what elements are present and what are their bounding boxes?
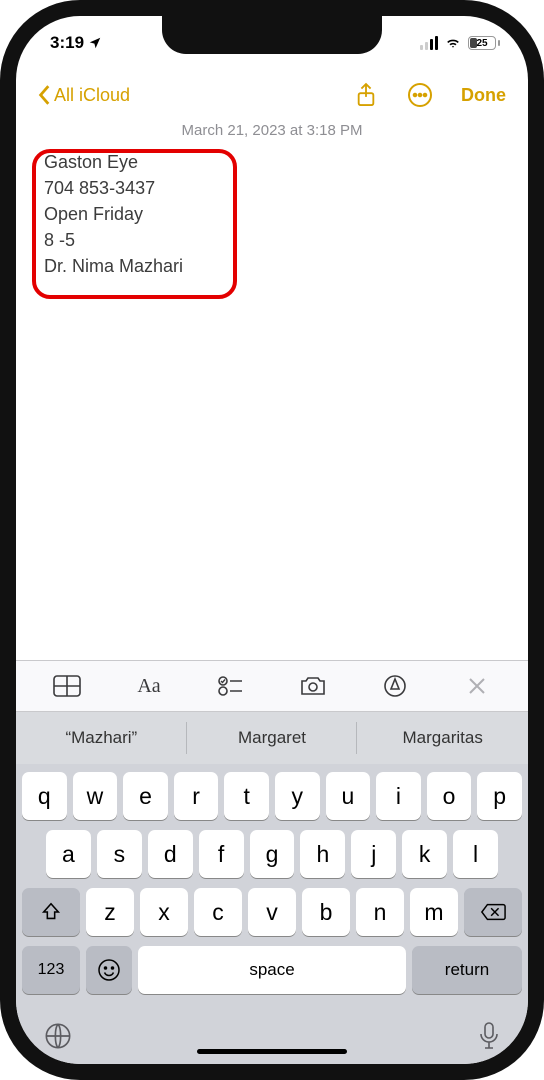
status-time: 3:19 bbox=[50, 33, 84, 53]
done-button[interactable]: Done bbox=[461, 85, 506, 106]
key-numbers[interactable]: 123 bbox=[22, 946, 80, 994]
close-toolbar[interactable] bbox=[454, 668, 500, 704]
back-button[interactable]: All iCloud bbox=[38, 84, 130, 106]
key-w[interactable]: w bbox=[73, 772, 118, 820]
key-h[interactable]: h bbox=[300, 830, 345, 878]
more-button[interactable] bbox=[407, 82, 433, 108]
nav-bar: All iCloud Done bbox=[16, 70, 528, 120]
note-body[interactable]: Gaston Eye 704 853-3437 Open Friday 8 -5… bbox=[16, 145, 528, 660]
key-d[interactable]: d bbox=[148, 830, 193, 878]
suggestion[interactable]: Margaret bbox=[187, 712, 358, 764]
key-s[interactable]: s bbox=[97, 830, 142, 878]
share-icon bbox=[355, 82, 377, 108]
globe-icon bbox=[44, 1022, 72, 1050]
home-indicator[interactable] bbox=[197, 1049, 347, 1054]
suggestion-bar: “Mazhari” Margaret Margaritas bbox=[16, 712, 528, 764]
battery-icon: 25 bbox=[468, 36, 500, 50]
table-icon bbox=[53, 675, 81, 697]
delete-icon bbox=[480, 902, 506, 922]
camera-icon bbox=[299, 675, 327, 697]
markup-icon bbox=[383, 674, 407, 698]
key-y[interactable]: y bbox=[275, 772, 320, 820]
wifi-icon bbox=[444, 36, 462, 50]
key-c[interactable]: c bbox=[194, 888, 242, 936]
keyboard-row-1: q w e r t y u i o p bbox=[22, 772, 522, 820]
camera-tool[interactable] bbox=[290, 668, 336, 704]
shift-icon bbox=[40, 901, 62, 923]
checklist-tool[interactable] bbox=[208, 668, 254, 704]
share-button[interactable] bbox=[353, 82, 379, 108]
emoji-icon bbox=[97, 958, 121, 982]
text-format-icon: Aa bbox=[137, 675, 160, 698]
key-space[interactable]: space bbox=[138, 946, 406, 994]
suggestion[interactable]: Margaritas bbox=[357, 712, 528, 764]
note-line: 8 -5 bbox=[38, 227, 506, 253]
key-x[interactable]: x bbox=[140, 888, 188, 936]
ellipsis-circle-icon bbox=[407, 82, 433, 108]
key-v[interactable]: v bbox=[248, 888, 296, 936]
keyboard: q w e r t y u i o p a s d f g h bbox=[16, 764, 528, 1010]
chevron-left-icon bbox=[38, 84, 52, 106]
suggestion[interactable]: “Mazhari” bbox=[16, 712, 187, 764]
key-delete[interactable] bbox=[464, 888, 522, 936]
key-shift[interactable] bbox=[22, 888, 80, 936]
screen: 3:19 25 All iCloud bbox=[16, 16, 528, 1064]
note-line: 704 853-3437 bbox=[38, 175, 506, 201]
note-line: Open Friday bbox=[38, 201, 506, 227]
key-z[interactable]: z bbox=[86, 888, 134, 936]
key-j[interactable]: j bbox=[351, 830, 396, 878]
key-u[interactable]: u bbox=[326, 772, 371, 820]
key-n[interactable]: n bbox=[356, 888, 404, 936]
key-a[interactable]: a bbox=[46, 830, 91, 878]
key-k[interactable]: k bbox=[402, 830, 447, 878]
keyboard-area: Aa “Mazhari” Margaret Margaritas q w e r… bbox=[16, 660, 528, 1064]
key-i[interactable]: i bbox=[376, 772, 421, 820]
status-right: 25 bbox=[420, 36, 500, 50]
back-label: All iCloud bbox=[54, 85, 130, 106]
key-g[interactable]: g bbox=[250, 830, 295, 878]
key-r[interactable]: r bbox=[174, 772, 219, 820]
key-l[interactable]: l bbox=[453, 830, 498, 878]
key-return[interactable]: return bbox=[412, 946, 522, 994]
key-b[interactable]: b bbox=[302, 888, 350, 936]
notch bbox=[162, 16, 382, 54]
key-p[interactable]: p bbox=[477, 772, 522, 820]
key-f[interactable]: f bbox=[199, 830, 244, 878]
note-timestamp: March 21, 2023 at 3:18 PM bbox=[16, 120, 528, 145]
key-t[interactable]: t bbox=[224, 772, 269, 820]
key-emoji[interactable] bbox=[86, 946, 132, 994]
globe-button[interactable] bbox=[44, 1022, 72, 1050]
dictation-button[interactable] bbox=[478, 1021, 500, 1051]
microphone-icon bbox=[478, 1021, 500, 1051]
key-q[interactable]: q bbox=[22, 772, 67, 820]
note-line: Gaston Eye bbox=[38, 149, 506, 175]
iphone-frame: 3:19 25 All iCloud bbox=[0, 0, 544, 1080]
key-o[interactable]: o bbox=[427, 772, 472, 820]
status-left: 3:19 bbox=[50, 33, 102, 53]
keyboard-row-2: a s d f g h j k l bbox=[22, 830, 522, 878]
key-e[interactable]: e bbox=[123, 772, 168, 820]
markup-tool[interactable] bbox=[372, 668, 418, 704]
keyboard-row-3: z x c v b n m bbox=[22, 888, 522, 936]
keyboard-bottom-bar bbox=[16, 1010, 528, 1064]
location-icon bbox=[88, 36, 102, 50]
key-m[interactable]: m bbox=[410, 888, 458, 936]
format-tool[interactable]: Aa bbox=[126, 668, 172, 704]
keyboard-row-4: 123 space return bbox=[22, 946, 522, 994]
cellular-icon bbox=[420, 36, 438, 50]
checklist-icon bbox=[218, 675, 244, 697]
keyboard-toolbar: Aa bbox=[16, 660, 528, 712]
close-icon bbox=[467, 676, 487, 696]
table-tool[interactable] bbox=[44, 668, 90, 704]
note-line: Dr. Nima Mazhari bbox=[38, 253, 506, 279]
